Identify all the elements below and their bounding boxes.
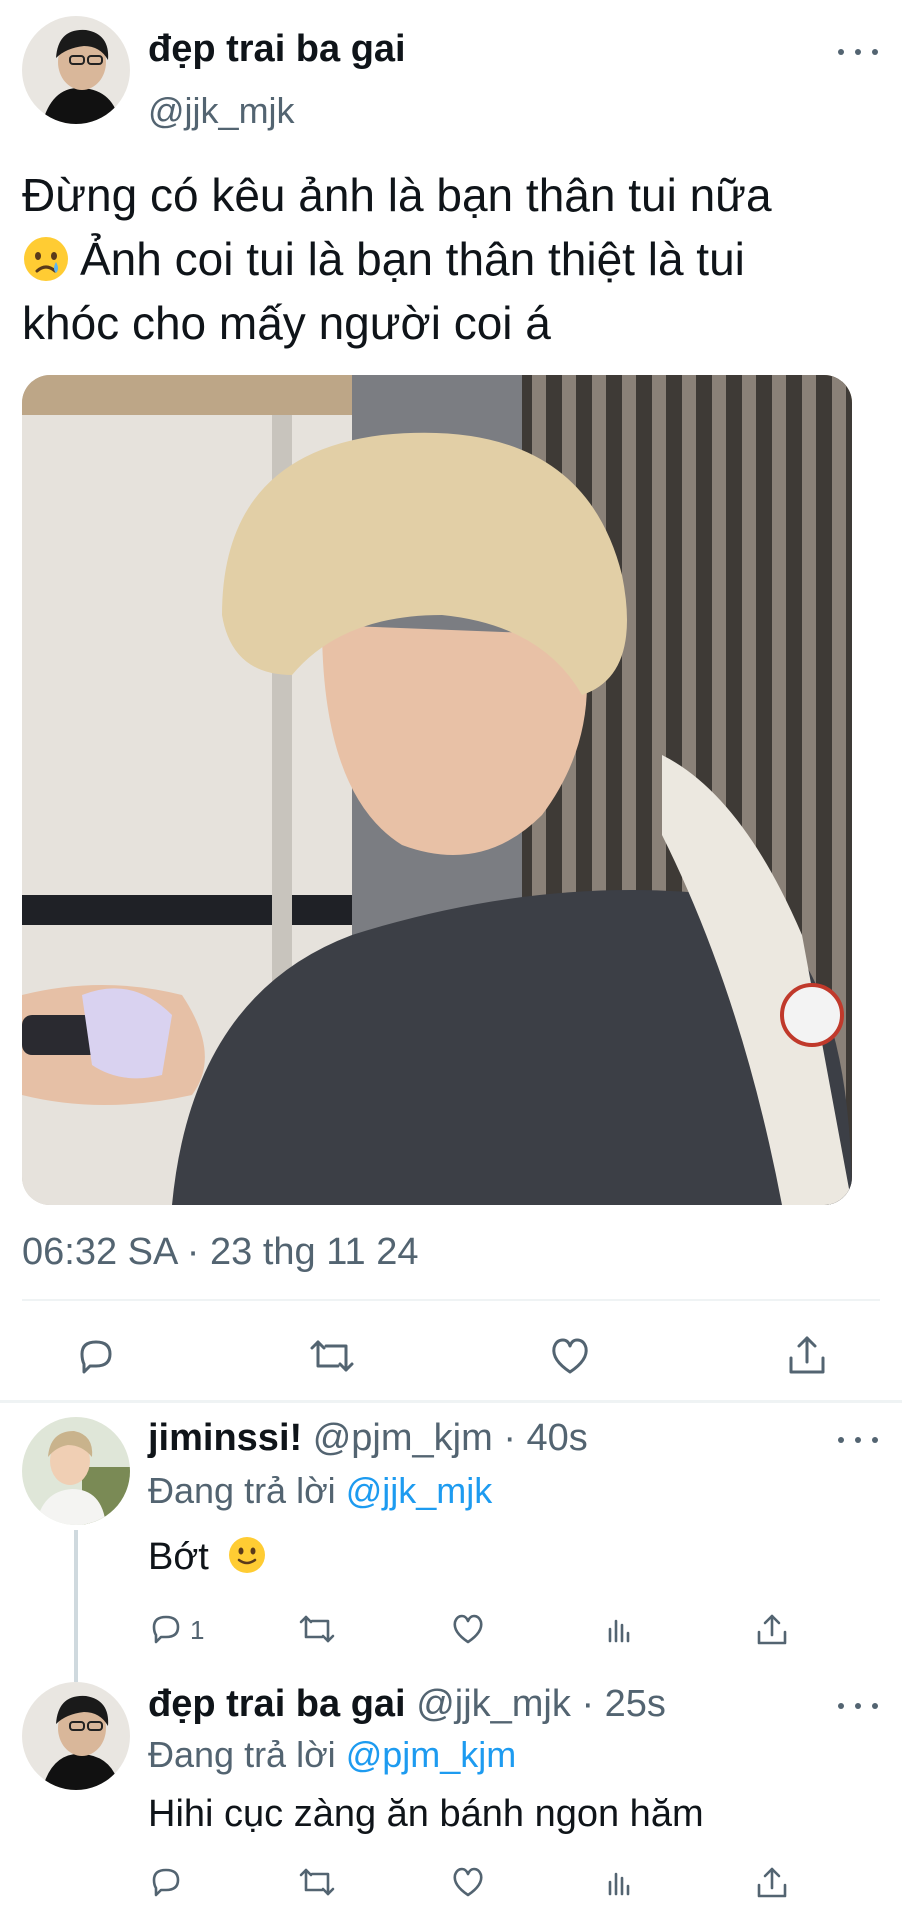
analytics-icon[interactable] xyxy=(602,1611,638,1647)
reply-avatar[interactable] xyxy=(22,1417,130,1525)
reply-header: jiminssi! @pjm_kjm · 40s xyxy=(148,1417,588,1460)
reply-text: Bớt xyxy=(148,1535,267,1579)
reply-count: 1 xyxy=(190,1615,205,1645)
reply-action-bar: 1 xyxy=(148,1609,808,1649)
replying-to-label: Đang trả lời xyxy=(148,1734,336,1775)
share-icon[interactable] xyxy=(754,1611,790,1647)
reply-age[interactable]: · 40s xyxy=(503,1417,587,1459)
replying-to-mention[interactable]: @pjm_kjm xyxy=(346,1734,517,1775)
more-options-icon[interactable] xyxy=(838,1430,878,1450)
reply-icon[interactable] xyxy=(148,1864,184,1900)
reply-text: Hihi cục zàng ăn bánh ngon hăm xyxy=(148,1793,704,1835)
reply-avatar[interactable] xyxy=(22,1682,130,1790)
analytics-icon[interactable] xyxy=(602,1864,638,1900)
like-icon[interactable] xyxy=(450,1864,486,1900)
crying-face-icon xyxy=(24,237,68,281)
tweet-photo[interactable] xyxy=(22,375,852,1205)
reply-icon[interactable] xyxy=(74,1334,118,1378)
tweet-text-line: khóc cho mấy người coi á xyxy=(22,297,551,349)
reply-handle[interactable]: @jjk_mjk xyxy=(416,1683,571,1725)
reply-text-content: Bớt xyxy=(148,1536,209,1578)
like-icon[interactable] xyxy=(548,1334,592,1378)
replying-to: Đang trả lời @pjm_kjm xyxy=(148,1734,516,1776)
more-options-icon[interactable] xyxy=(838,42,878,62)
tweet-text: Đừng có kêu ảnh là bạn thân tui nữa Ảnh … xyxy=(22,163,892,355)
reply-display-name[interactable]: jiminssi! xyxy=(148,1417,302,1459)
author-avatar[interactable] xyxy=(22,16,130,124)
replying-to-label: Đang trả lời xyxy=(148,1470,336,1511)
tweet-timestamp[interactable]: 06:32 SA · 23 thg 11 24 xyxy=(22,1231,419,1274)
reply-action-bar xyxy=(148,1862,808,1902)
share-icon[interactable] xyxy=(754,1864,790,1900)
divider xyxy=(22,1299,880,1301)
retweet-icon[interactable] xyxy=(308,1334,356,1378)
share-icon[interactable] xyxy=(785,1332,829,1378)
replying-to-mention[interactable]: @jjk_mjk xyxy=(346,1470,493,1511)
tweet-action-bar xyxy=(0,1330,902,1382)
author-display-name[interactable]: đẹp trai ba gai xyxy=(148,28,406,71)
like-icon[interactable] xyxy=(450,1611,486,1647)
reply-age[interactable]: · 25s xyxy=(581,1683,665,1725)
reply-header: đẹp trai ba gai @jjk_mjk · 25s xyxy=(148,1683,666,1726)
replying-to: Đang trả lời @jjk_mjk xyxy=(148,1470,492,1512)
author-handle[interactable]: @jjk_mjk xyxy=(148,90,295,132)
more-options-icon[interactable] xyxy=(838,1696,878,1716)
tweet-text-line: Ảnh coi tui là bạn thân thiệt là tui xyxy=(22,227,892,291)
tweet-text-line: Đừng có kêu ảnh là bạn thân tui nữa xyxy=(22,169,772,221)
smiling-face-icon xyxy=(229,1537,266,1573)
reply-icon[interactable] xyxy=(148,1611,184,1647)
retweet-icon[interactable] xyxy=(298,1611,336,1647)
reply-handle[interactable]: @pjm_kjm xyxy=(313,1417,493,1459)
reply-display-name[interactable]: đẹp trai ba gai xyxy=(148,1683,406,1725)
retweet-icon[interactable] xyxy=(298,1864,336,1900)
section-divider xyxy=(0,1400,902,1403)
thread-connector xyxy=(74,1530,78,1682)
